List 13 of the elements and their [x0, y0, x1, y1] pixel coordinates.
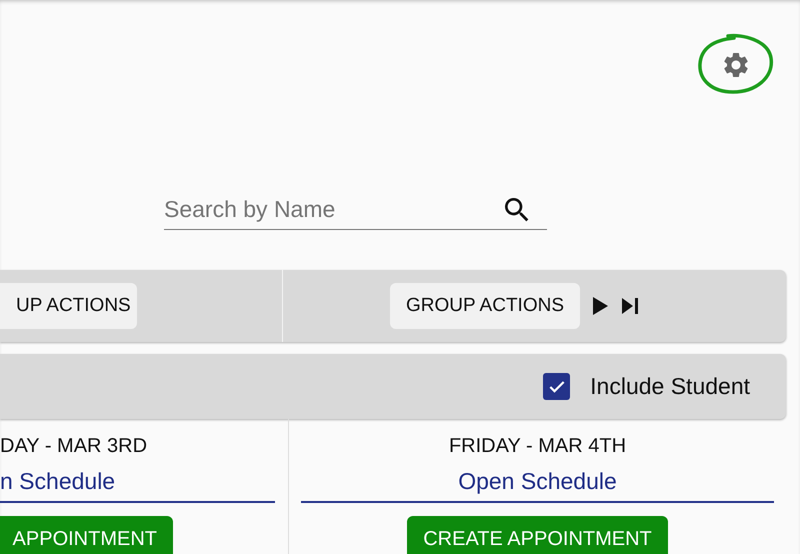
day-heading: FRIDAY - MAR 4TH	[448, 435, 626, 458]
search-field[interactable]: Search by Name	[164, 190, 547, 230]
skip-to-end-icon[interactable]	[620, 296, 640, 316]
checkbox[interactable]	[543, 373, 570, 400]
open-schedule-link[interactable]: n Schedule	[0, 468, 275, 503]
create-appointment-button[interactable]: CREATE APPOINTMENT	[407, 516, 668, 554]
day-heading: DAY - MAR 3RD	[0, 435, 148, 458]
group-actions-button[interactable]: UP ACTIONS	[0, 283, 137, 329]
open-schedule-link[interactable]: Open Schedule	[301, 468, 774, 503]
group-actions-button[interactable]: GROUP ACTIONS	[390, 283, 580, 329]
checkbox-label: Include Student	[590, 373, 750, 400]
create-appointment-button[interactable]: APPOINTMENT	[0, 516, 173, 554]
play-icon[interactable]	[590, 296, 610, 316]
